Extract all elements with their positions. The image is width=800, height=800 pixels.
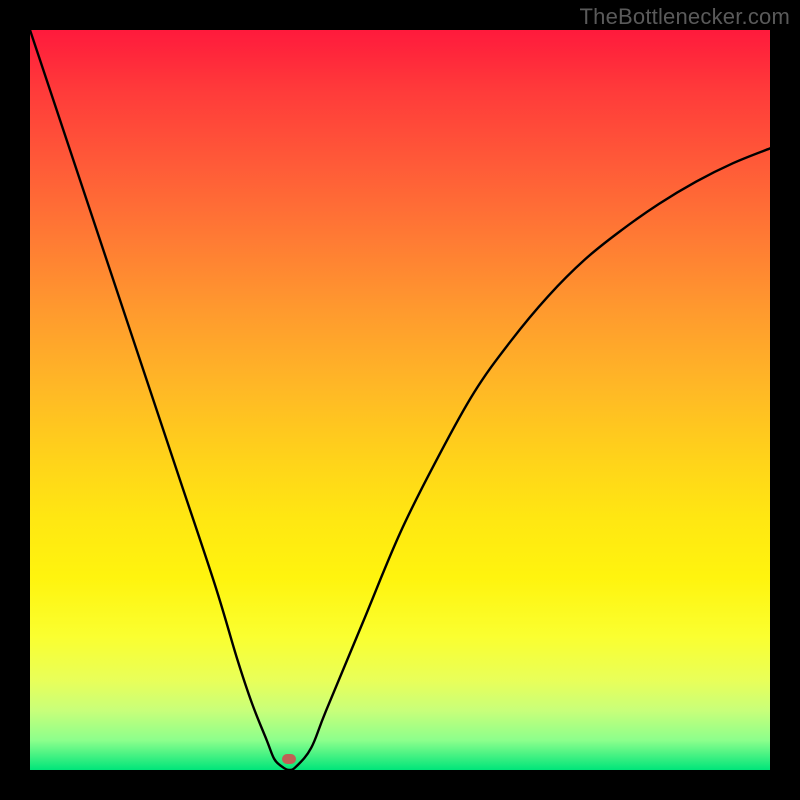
watermark-text: TheBottlenecker.com <box>580 4 790 30</box>
plot-area <box>30 30 770 770</box>
optimal-point-marker <box>282 754 296 764</box>
bottleneck-curve <box>30 30 770 770</box>
chart-frame: TheBottlenecker.com <box>0 0 800 800</box>
curve-svg <box>30 30 770 770</box>
